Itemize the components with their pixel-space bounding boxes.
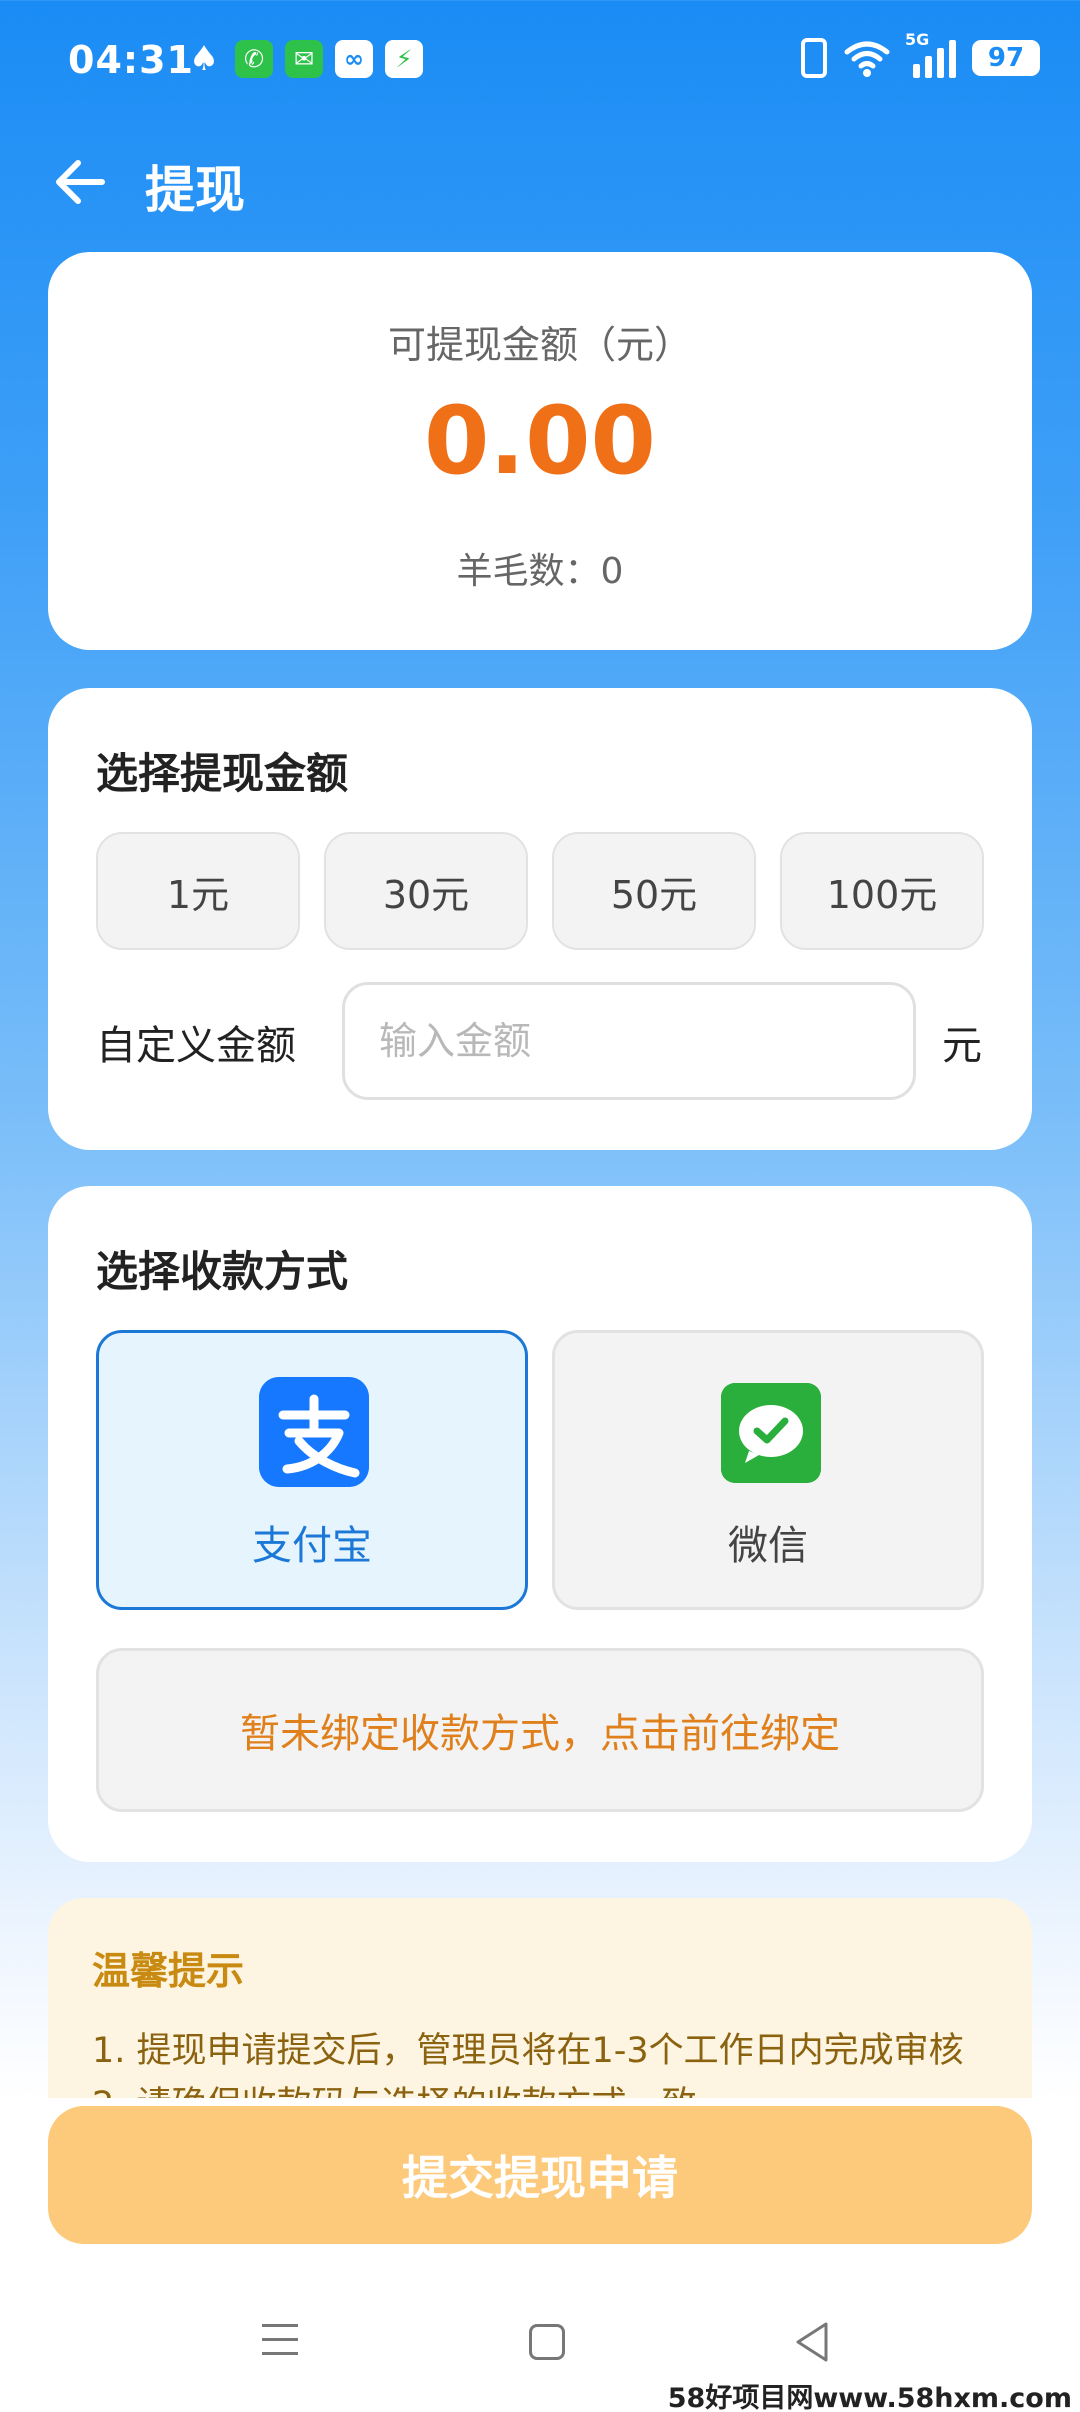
payment-card: 选择收款方式 支付宝 微信 暂未绑定收款方式，点击前往绑定 xyxy=(48,1186,1032,1862)
network-type: 5G xyxy=(905,30,930,49)
balance-card: 可提现金额（元） 0.00 羊毛数：0 xyxy=(48,252,1032,650)
tip-item: 1. 提现申请提交后，管理员将在1-3个工作日内完成审核 xyxy=(92,2031,964,2071)
phone-icon: ✆ xyxy=(235,40,273,78)
qq-icon: ♠ xyxy=(188,39,220,79)
back-arrow-icon[interactable] xyxy=(52,154,108,210)
submit-withdraw-button[interactable]: 提交提现申请 xyxy=(48,2106,1032,2244)
wifi-icon xyxy=(844,41,890,77)
signal-icon: 5G xyxy=(905,30,956,78)
tips-title: 温馨提示 xyxy=(92,1949,245,1993)
amount-option-30[interactable]: 30元 xyxy=(324,832,528,950)
balance-label: 可提现金额（元） xyxy=(387,323,692,367)
wool-count: 羊毛数：0 xyxy=(456,551,624,592)
tips-card: 温馨提示 1. 提现申请提交后，管理员将在1-3个工作日内完成审核 2. 请确保… xyxy=(48,1898,1032,2098)
payment-option-alipay[interactable]: 支付宝 xyxy=(96,1330,528,1610)
home-icon[interactable] xyxy=(529,2324,565,2360)
tip-item: 2. 请确保收款码与选择的收款方式一致 xyxy=(92,2076,697,2098)
page-title: 提现 xyxy=(145,161,245,219)
watermark-text: 58好项目网www.58hxm.com xyxy=(667,2383,1072,2412)
amount-option-1[interactable]: 1元 xyxy=(96,832,300,950)
status-time: 04:31 xyxy=(68,38,194,82)
payment-label-alipay: 支付宝 xyxy=(252,1523,372,1569)
payment-label-wechat: 微信 xyxy=(728,1523,808,1569)
vibrate-icon xyxy=(801,38,827,78)
shield-icon: ⚡ xyxy=(385,40,423,78)
menu-icon[interactable] xyxy=(262,2324,298,2360)
custom-amount-label: 自定义金额 xyxy=(96,1023,296,1069)
currency-unit: 元 xyxy=(942,1023,982,1069)
payment-options: 支付宝 微信 xyxy=(96,1330,984,1610)
amount-section-title: 选择提现金额 xyxy=(96,749,349,798)
bind-payment-notice[interactable]: 暂未绑定收款方式，点击前往绑定 xyxy=(96,1648,984,1812)
battery-icon: 97 xyxy=(972,40,1040,76)
payment-option-wechat[interactable]: 微信 xyxy=(552,1330,984,1610)
cloud-icon: ∞ xyxy=(335,40,373,78)
custom-amount-input[interactable] xyxy=(342,982,916,1100)
amount-option-100[interactable]: 100元 xyxy=(780,832,984,950)
system-icons: 5G 97 xyxy=(801,30,1040,78)
notification-icons: ♠ ✆ ✉ ∞ ⚡ xyxy=(185,39,423,79)
header: 提现 xyxy=(0,130,1080,235)
balance-value: 0.00 xyxy=(424,387,656,496)
amount-card: 选择提现金额 1元 30元 50元 100元 自定义金额 元 xyxy=(48,688,1032,1150)
status-bar: 04:31 ♠ ✆ ✉ ∞ ⚡ 5G 97 xyxy=(0,0,1080,125)
back-triangle-icon[interactable] xyxy=(792,2320,832,2364)
alipay-icon xyxy=(259,1377,369,1487)
amount-option-50[interactable]: 50元 xyxy=(552,832,756,950)
amount-options: 1元 30元 50元 100元 xyxy=(96,832,984,950)
wechat-pay-icon xyxy=(721,1383,821,1483)
message-icon: ✉ xyxy=(285,40,323,78)
payment-section-title: 选择收款方式 xyxy=(96,1247,349,1296)
